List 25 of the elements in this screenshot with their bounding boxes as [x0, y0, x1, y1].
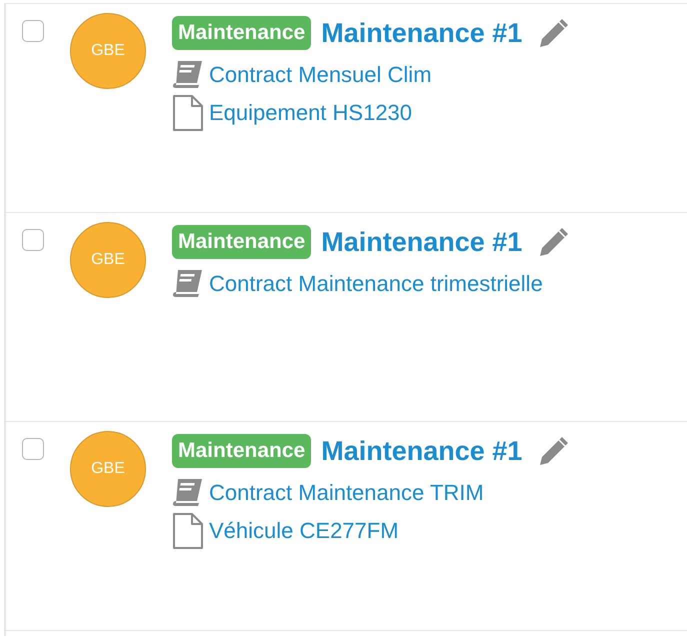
file-icon	[172, 94, 204, 130]
record-link[interactable]: Contract Maintenance TRIM	[209, 476, 484, 508]
category-tag: Maintenance	[172, 16, 312, 50]
user-avatar: GBE	[70, 222, 146, 298]
category-tag: Maintenance	[172, 434, 312, 468]
user-avatar: GBE	[70, 431, 146, 507]
item-title[interactable]: Maintenance #1	[321, 13, 522, 54]
row-checkbox[interactable]	[22, 438, 44, 460]
item-title[interactable]: Maintenance #1	[321, 222, 522, 262]
book-icon	[172, 59, 204, 89]
row-checkbox[interactable]	[22, 229, 44, 251]
pencil-icon[interactable]	[538, 226, 570, 258]
item-title[interactable]: Maintenance #1	[321, 431, 522, 472]
row-checkbox[interactable]	[22, 20, 44, 42]
record-link[interactable]: Contract Mensuel Clim	[209, 58, 432, 90]
file-icon	[172, 512, 204, 548]
record-link[interactable]: Contract Maintenance trimestrielle	[209, 266, 543, 300]
book-icon	[172, 268, 204, 298]
user-avatar: GBE	[70, 13, 146, 89]
pencil-icon[interactable]	[538, 435, 570, 468]
category-tag: Maintenance	[172, 225, 312, 260]
book-icon	[172, 477, 204, 507]
record-link[interactable]: Véhicule CE277FM	[209, 514, 399, 547]
record-link[interactable]: Equipement HS1230	[209, 96, 412, 129]
pencil-icon[interactable]	[538, 17, 570, 50]
